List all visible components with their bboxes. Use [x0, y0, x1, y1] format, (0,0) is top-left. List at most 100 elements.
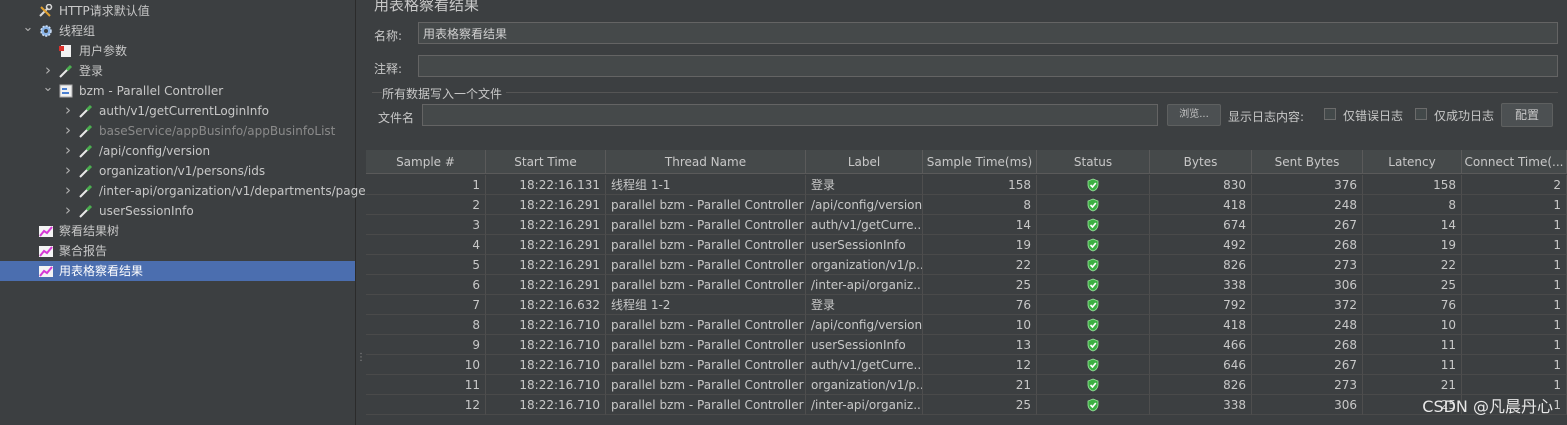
start-time-header[interactable]: Start Time	[486, 150, 606, 174]
table-row[interactable]: 2 18:22:16.291 parallel bzm - Parallel Con…	[366, 195, 1567, 215]
tree-node-label: auth/v1/getCurrentLoginInfo	[99, 104, 269, 118]
sent-bytes-cell: 268	[1252, 235, 1363, 255]
table-row[interactable]: 11 18:22:16.710 parallel bzm - Parallel Co…	[366, 375, 1567, 395]
table-row[interactable]: 1 18:22:16.131 线程组 1-1 登录 158 830 376 158 2	[366, 175, 1567, 195]
section-title: 所有数据写入一个文件	[382, 87, 503, 101]
tree-node-label: baseService/appBusinfo/appBusinfoList	[99, 124, 336, 138]
chevron-right-icon[interactable]: ›	[62, 121, 74, 141]
table-row[interactable]: 3 18:22:16.291 parallel bzm - Parallel Con…	[366, 215, 1567, 235]
tree-node[interactable]: › userSessionInfo	[0, 201, 355, 221]
tree-node[interactable]: › organization/v1/persons/ids	[0, 161, 355, 181]
table-row[interactable]: 10 18:22:16.710 parallel bzm - Parallel Co…	[366, 355, 1567, 375]
table-row[interactable]: 8 18:22:16.710 parallel bzm - Parallel Con…	[366, 315, 1567, 335]
comment-input[interactable]	[418, 55, 1558, 77]
table-row[interactable]: 4 18:22:16.291 parallel bzm - Parallel Con…	[366, 235, 1567, 255]
connect-time-cell: 1	[1462, 335, 1567, 355]
tree-node[interactable]: 聚合报告	[0, 241, 355, 261]
chevron-right-icon[interactable]: ›	[62, 181, 74, 201]
success-only-checkbox[interactable]	[1415, 108, 1427, 120]
controller-icon	[58, 84, 74, 98]
start-time-cell: 18:22:16.291	[486, 195, 606, 215]
tree-node[interactable]: 用表格察看结果	[0, 261, 355, 281]
sample-number-cell: 5	[366, 255, 486, 275]
tree-node[interactable]: › auth/v1/getCurrentLoginInfo	[0, 101, 355, 121]
latency-header[interactable]: Latency	[1363, 150, 1462, 174]
label-cell: /api/config/version	[806, 315, 923, 335]
sent-bytes-cell: 306	[1252, 275, 1363, 295]
comment-label: 注释:	[374, 62, 403, 76]
thread-name-cell: parallel bzm - Parallel Controller	[606, 315, 806, 335]
latency-cell: 19	[1363, 235, 1462, 255]
sample-time-cell: 13	[923, 335, 1037, 355]
tree-node[interactable]: › /inter-api/organization/v1/departments/…	[0, 181, 372, 201]
configure-button[interactable]: 配置	[1501, 103, 1553, 127]
watermark: CSDN @凡晨丹心	[1422, 397, 1553, 416]
status-cell	[1037, 175, 1150, 195]
sample-number-header[interactable]: Sample #	[366, 150, 486, 174]
errors-only-checkbox[interactable]	[1324, 108, 1336, 120]
tree-node[interactable]: ⌄ bzm - Parallel Controller	[0, 81, 355, 101]
status-cell	[1037, 315, 1150, 335]
sent-bytes-cell: 273	[1252, 375, 1363, 395]
section-divider-left	[372, 92, 382, 93]
bytes-header[interactable]: Bytes	[1150, 150, 1252, 174]
chevron-right-icon[interactable]: ›	[62, 101, 74, 121]
sample-time-cell: 8	[923, 195, 1037, 215]
bytes-cell: 646	[1150, 355, 1252, 375]
latency-cell: 22	[1363, 255, 1462, 275]
sent-bytes-cell: 267	[1252, 215, 1363, 235]
sample-number-cell: 8	[366, 315, 486, 335]
status-ok-icon	[1087, 298, 1099, 312]
chevron-right-icon[interactable]: ›	[42, 61, 54, 81]
thread-name-cell: parallel bzm - Parallel Controller	[606, 395, 806, 415]
sample-number-cell: 11	[366, 375, 486, 395]
table-row[interactable]: 12 18:22:16.710 parallel bzm - Parallel Co…	[366, 395, 1567, 415]
table-row[interactable]: 6 18:22:16.291 parallel bzm - Parallel Con…	[366, 275, 1567, 295]
thread-name-cell: 线程组 1-2	[606, 295, 806, 315]
label-cell: 登录	[806, 295, 923, 315]
sample-time-header[interactable]: Sample Time(ms)	[923, 150, 1037, 174]
thread-name-header[interactable]: Thread Name	[606, 150, 806, 174]
sample-time-cell: 25	[923, 275, 1037, 295]
label-header[interactable]: Label	[806, 150, 923, 174]
tree-node[interactable]: 用户参数	[0, 41, 355, 61]
table-row[interactable]: 7 18:22:16.632 线程组 1-2 登录 76 792 372 76 1	[366, 295, 1567, 315]
table-row[interactable]: 5 18:22:16.291 parallel bzm - Parallel Con…	[366, 255, 1567, 275]
status-ok-icon	[1087, 378, 1099, 392]
chevron-right-icon[interactable]: ›	[62, 161, 74, 181]
connect-time-header[interactable]: Connect Time(...	[1462, 150, 1567, 174]
chevron-right-icon[interactable]: ›	[62, 201, 74, 221]
tree-node[interactable]: ⌄ 线程组	[0, 21, 355, 41]
splitter-handle[interactable]: ⋮	[356, 353, 366, 375]
status-header[interactable]: Status	[1037, 150, 1150, 174]
tree-node-label: HTTP请求默认值	[59, 4, 150, 18]
tree-node[interactable]: › baseService/appBusinfo/appBusinfoList	[0, 121, 355, 141]
filename-input[interactable]	[422, 104, 1158, 126]
chevron-right-icon[interactable]: ›	[62, 141, 74, 161]
tree-node[interactable]: › /api/config/version	[0, 141, 355, 161]
success-only-label: 仅成功日志	[1434, 109, 1495, 123]
chevron-down-icon[interactable]: ⌄	[42, 81, 54, 101]
test-plan-tree[interactable]: HTTP请求默认值 ⌄ 线程组 用户参数 › 登录 ⌄ bzm - Parallel Cont…	[0, 0, 372, 425]
tree-node[interactable]: 察看结果树	[0, 221, 355, 241]
tree-node[interactable]: › 登录	[0, 61, 355, 81]
chevron-down-icon[interactable]: ⌄	[22, 21, 34, 41]
label-cell: /inter-api/organiz...	[806, 395, 923, 415]
table-row[interactable]: 9 18:22:16.710 parallel bzm - Parallel Con…	[366, 335, 1567, 355]
preprocessor-icon	[58, 44, 74, 58]
browse-button[interactable]: 浏览...	[1167, 104, 1221, 126]
pipette-icon	[58, 64, 74, 78]
sample-number-cell: 9	[366, 335, 486, 355]
sent-bytes-header[interactable]: Sent Bytes	[1252, 150, 1363, 174]
label-cell: 登录	[806, 175, 923, 195]
bytes-cell: 792	[1150, 295, 1252, 315]
sent-bytes-cell: 248	[1252, 315, 1363, 335]
name-input[interactable]	[418, 22, 1558, 44]
name-label: 名称:	[374, 29, 403, 43]
thread-name-cell: parallel bzm - Parallel Controller	[606, 375, 806, 395]
thread-name-cell: parallel bzm - Parallel Controller	[606, 235, 806, 255]
tree-node[interactable]: HTTP请求默认值	[0, 1, 355, 21]
connect-time-cell: 1	[1462, 235, 1567, 255]
sample-time-cell: 10	[923, 315, 1037, 335]
tree-node-label: 察看结果树	[59, 224, 120, 238]
